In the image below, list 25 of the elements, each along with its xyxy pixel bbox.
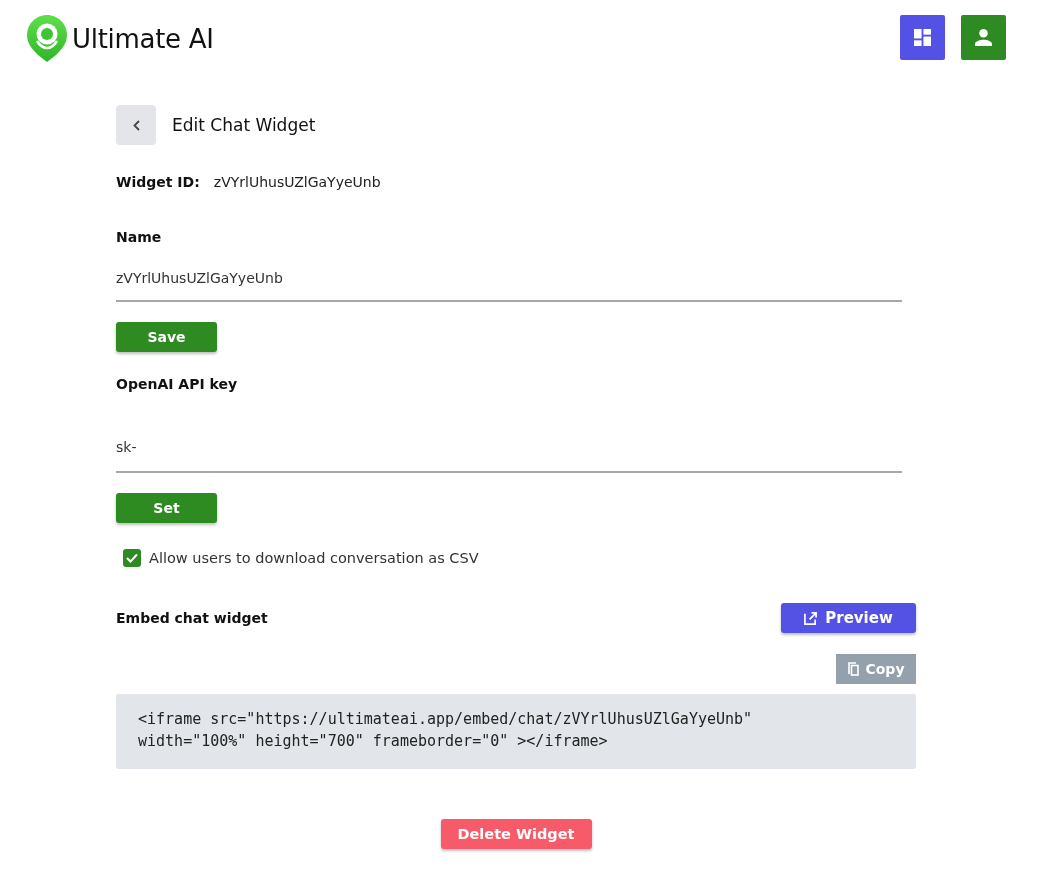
name-label: Name — [116, 228, 162, 247]
page-title: Edit Chat Widget — [172, 115, 316, 135]
copy-icon — [847, 662, 860, 676]
chevron-left-icon — [132, 119, 140, 131]
preview-button[interactable]: Preview — [781, 603, 916, 633]
dashboard-button[interactable] — [900, 15, 945, 60]
api-key-label: OpenAI API key — [116, 375, 238, 394]
user-icon — [975, 29, 992, 46]
embed-label: Embed chat widget — [116, 610, 268, 626]
dashboard-icon — [914, 29, 931, 46]
widget-id-label: Widget ID: — [116, 174, 200, 190]
profile-button[interactable] — [961, 15, 1006, 60]
checkbox[interactable] — [123, 549, 141, 567]
api-key-input-field[interactable]: sk- — [116, 425, 902, 473]
widget-id-value: zVYrlUhusUZlGaYyeUnb — [213, 174, 381, 190]
csv-download-label: Allow users to download conversation as CSV — [149, 550, 479, 566]
location-pin-logo-icon — [27, 15, 67, 62]
save-button[interactable]: Save — [116, 322, 217, 352]
external-link-icon — [804, 611, 818, 625]
embed-code-block: <iframe src="https://ultimateai.app/embed/chat/zVYrlUhusUZlGaYyeUnb" width="100%" height="700" frameborder="0" ></iframe> — [116, 694, 916, 769]
copy-button[interactable]: Copy — [836, 654, 916, 684]
name-input-field[interactable]: zVYrlUhusUZlGaYyeUnb — [116, 257, 902, 302]
delete-widget-button[interactable]: Delete Widget — [440, 819, 592, 849]
logo-text: Ultimate AI — [72, 23, 214, 54]
set-button[interactable]: Set — [116, 493, 217, 523]
